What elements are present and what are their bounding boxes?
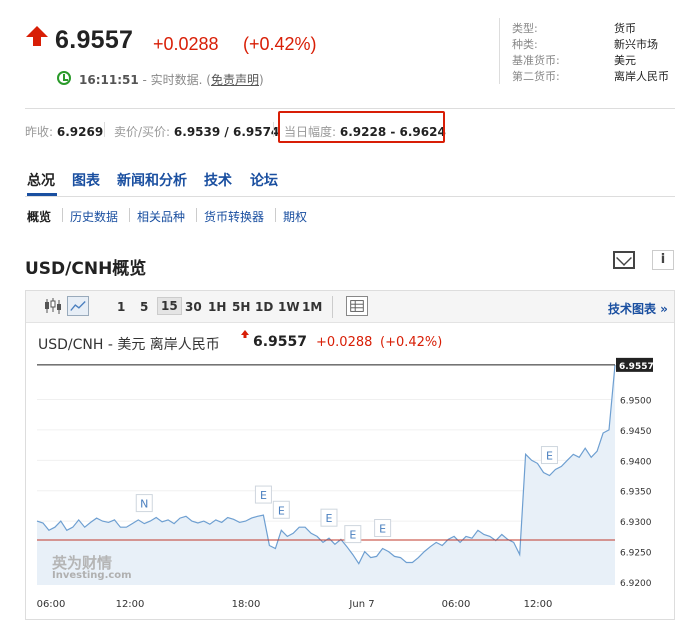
candlestick-icon[interactable] (42, 296, 64, 316)
subtab-options[interactable]: 期权 (283, 208, 307, 225)
divider (129, 208, 130, 222)
realtime-status: 16:11:51 - 实时数据. (免责声明) (79, 71, 264, 88)
prev-close-label: 昨收: (25, 125, 54, 139)
x-tick-label: 12:00 (116, 599, 145, 610)
disclaimer-link[interactable]: 免责声明 (211, 73, 259, 87)
divider (62, 208, 63, 222)
price-change: +0.0288 (153, 34, 219, 54)
price-change-percent: (+0.42%) (243, 34, 317, 54)
interval-1w[interactable]: 1W (278, 300, 300, 314)
prev-close-value: 6.9269 (56, 125, 104, 139)
interval-5h[interactable]: 5H (232, 300, 250, 314)
info-key-type: 类型: (512, 22, 538, 35)
info-value-base-currency: 美元 (614, 54, 636, 67)
interval-1[interactable]: 1 (117, 300, 125, 314)
up-arrow-icon (241, 330, 249, 338)
bid-ask-value: 6.9539 / 6.9574 (173, 125, 280, 139)
realtime-close: ) (259, 73, 264, 87)
chart-change-percent: (+0.42%) (380, 335, 443, 350)
x-tick-label: 06:00 (442, 599, 471, 610)
tab-forum[interactable]: 论坛 (250, 170, 278, 190)
event-marker-label: E (546, 450, 553, 463)
section-title: USD/CNH概览 (25, 259, 147, 279)
y-tick-label: 6.9200 (620, 579, 652, 589)
y-tick-label: 6.9250 (620, 549, 652, 559)
event-marker-label: E (379, 523, 386, 536)
chart-change: +0.0288 (316, 335, 373, 350)
up-arrow-icon (26, 26, 48, 46)
y-tick-label: 6.9400 (620, 457, 652, 467)
tab-news-analysis[interactable]: 新闻和分析 (117, 170, 187, 190)
divider (25, 108, 675, 109)
info-key-second-currency: 第二货币: (512, 70, 560, 83)
interval-1h[interactable]: 1H (208, 300, 226, 314)
interval-1m[interactable]: 1M (302, 300, 322, 314)
last-price: 6.9557 (55, 26, 134, 54)
subtab-overview[interactable]: 概览 (27, 208, 51, 225)
info-value-second-currency: 离岸人民币 (614, 70, 669, 83)
chart-price: 6.9557 (253, 334, 308, 350)
active-tab-indicator (27, 193, 57, 196)
info-value-category: 新兴市场 (614, 38, 658, 51)
tab-technical[interactable]: 技术 (204, 170, 232, 190)
y-tick-label: 6.9350 (620, 488, 652, 498)
realtime-label: - 实时数据. ( (138, 73, 211, 87)
mail-icon[interactable] (613, 251, 635, 269)
info-divider (499, 18, 500, 84)
event-marker-label: E (326, 512, 333, 525)
chart-title: USD/CNH - 美元 离岸人民币 (38, 337, 220, 353)
divider (25, 196, 675, 197)
y-tick-label: 6.9500 (620, 397, 652, 407)
interval-5[interactable]: 5 (140, 300, 148, 314)
clock-icon (57, 71, 71, 85)
tab-charts[interactable]: 图表 (72, 170, 100, 190)
interval-1d[interactable]: 1D (255, 300, 273, 314)
x-tick-label: 12:00 (524, 599, 553, 610)
subtab-related-instruments[interactable]: 相关品种 (137, 208, 185, 225)
tab-overview[interactable]: 总况 (27, 170, 55, 190)
divider (275, 208, 276, 222)
bid-ask-label: 卖价/买价: (114, 125, 171, 139)
info-value-type: 货币 (614, 22, 636, 35)
subtab-historical-data[interactable]: 历史数据 (70, 208, 118, 225)
interval-15[interactable]: 15 (157, 297, 182, 315)
interval-30[interactable]: 30 (185, 300, 202, 314)
y-tick-label-last: 6.9557 (619, 362, 654, 372)
info-key-category: 种类: (512, 38, 538, 51)
day-range-highlight (278, 111, 445, 143)
watermark-site: Investing.com (52, 570, 132, 581)
subtab-currency-converter[interactable]: 货币转换器 (204, 208, 264, 225)
prev-close: 昨收: 6.9269 (25, 123, 103, 140)
table-icon[interactable] (346, 296, 368, 316)
event-marker-label: E (260, 489, 267, 502)
divider (273, 122, 274, 137)
technical-chart-link[interactable]: 技术图表 » (608, 300, 668, 317)
event-marker-label: E (349, 529, 356, 542)
info-key-base-currency: 基准货币: (512, 54, 560, 67)
divider (196, 208, 197, 222)
event-marker-label: E (278, 504, 285, 517)
x-tick-label: 06:00 (37, 599, 66, 610)
x-tick-label: Jun 7 (348, 599, 374, 610)
line-chart-icon[interactable] (67, 296, 89, 316)
y-tick-label: 6.9300 (620, 518, 652, 528)
event-marker-label: N (140, 498, 148, 511)
toolbar-divider (332, 296, 333, 318)
y-tick-label: 6.9450 (620, 427, 652, 437)
update-time: 16:11:51 (79, 73, 139, 87)
divider (104, 122, 105, 137)
info-icon[interactable]: i (652, 250, 674, 270)
x-tick-label: 18:00 (232, 599, 261, 610)
bid-ask: 卖价/买价: 6.9539 / 6.9574 (114, 123, 279, 140)
